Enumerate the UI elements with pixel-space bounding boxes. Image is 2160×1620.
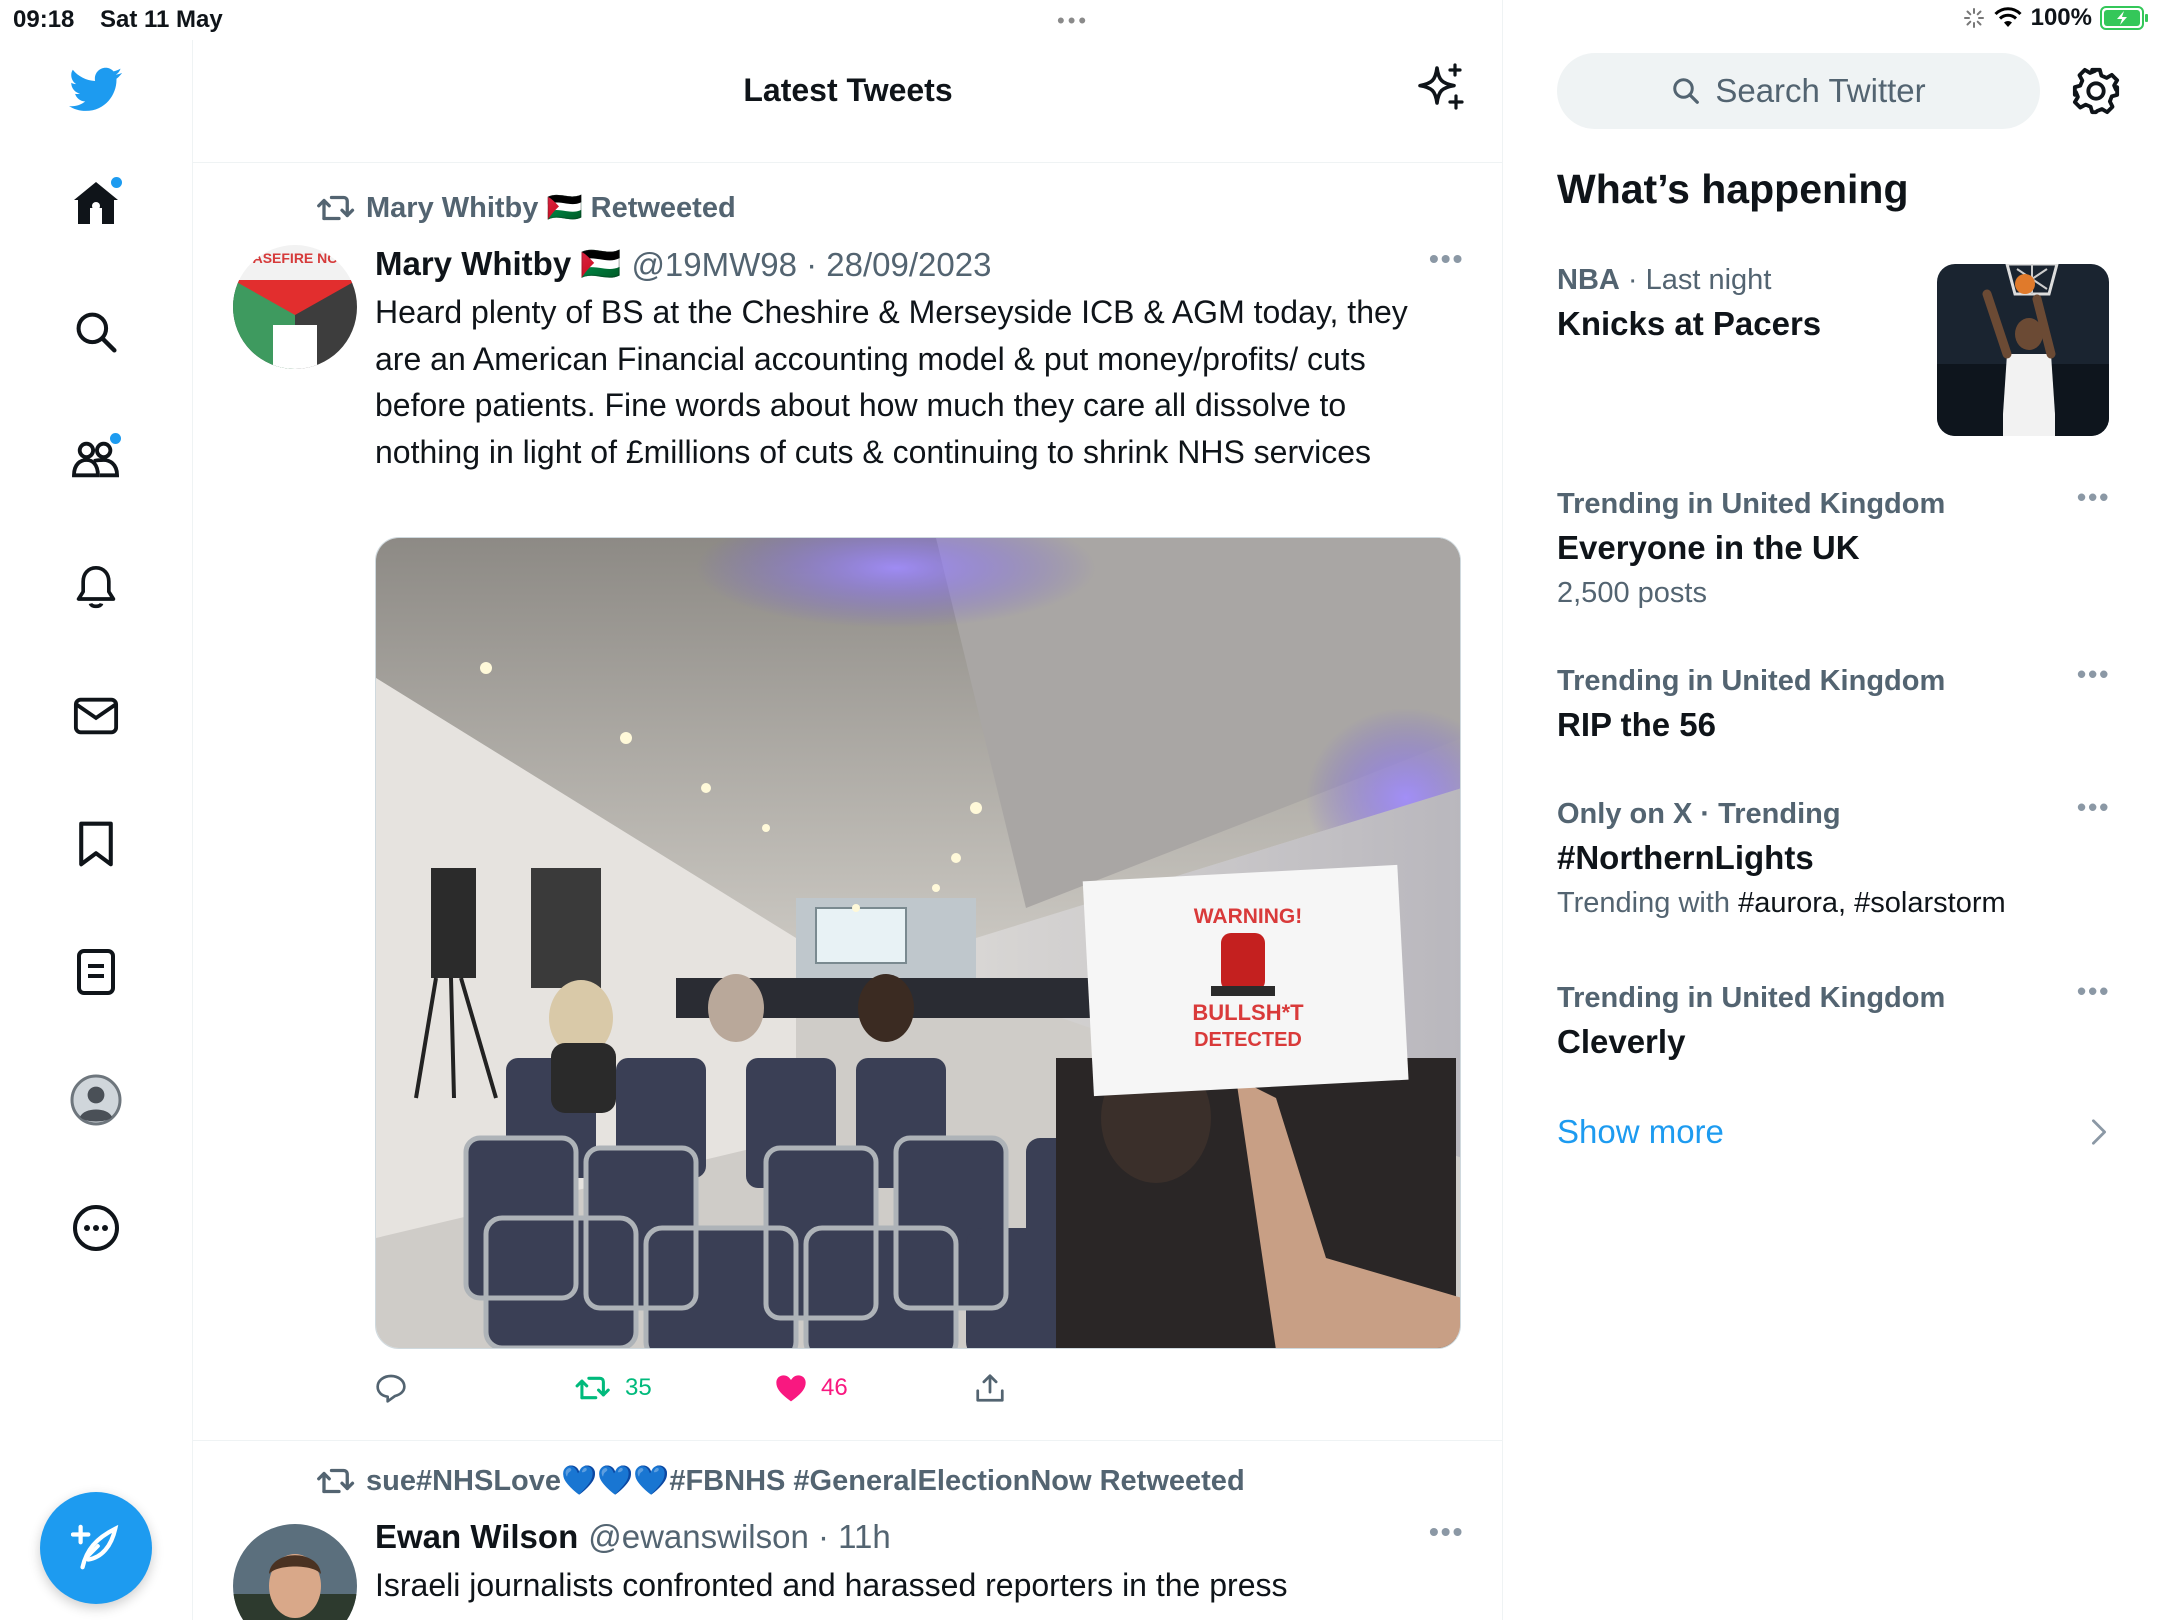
retweet-icon — [575, 1376, 610, 1400]
tweet[interactable]: sue#NHSLove💙💙💙#FBNHS #GeneralElectionNow… — [193, 1442, 1503, 1620]
feather-plus-icon — [71, 1524, 119, 1570]
sparkle-icon[interactable] — [1415, 62, 1467, 114]
avatar-lettering: ASEFIRE NC — [253, 250, 338, 266]
search-placeholder: Search Twitter — [1715, 72, 1926, 109]
trend-more-icon[interactable]: ••• — [2077, 482, 2110, 513]
timeline-header: Latest Tweets — [193, 40, 1503, 163]
communities-icon[interactable] — [66, 430, 126, 490]
compose-tweet-button[interactable] — [40, 1492, 152, 1604]
home-notification-dot — [111, 177, 122, 188]
retweet-context: Mary Whitby 🇵🇸 Retweeted — [316, 191, 736, 225]
trend-item[interactable]: Trending in United Kingdom Cleverly ••• — [1557, 976, 2117, 1061]
avatar[interactable] — [233, 1524, 357, 1620]
status-time: 09:18 — [13, 6, 75, 33]
reply-icon — [376, 1374, 406, 1403]
author-handle-time[interactable]: @19MW98 · 28/09/2023 — [631, 246, 991, 284]
timeline: Latest Tweets Mary Whitby 🇵🇸 Retweeted A… — [193, 0, 1503, 1620]
chevron-right-icon[interactable] — [2090, 1118, 2108, 1146]
trend-context: Only on X · Trending — [1557, 798, 1841, 830]
tweet-more-icon[interactable]: ••• — [1429, 1516, 1464, 1548]
share-icon — [976, 1374, 1004, 1402]
trend-item[interactable]: Trending in United Kingdom Everyone in t… — [1557, 482, 2117, 610]
settings-gear-icon[interactable] — [2071, 66, 2121, 116]
show-more-link[interactable]: Show more — [1557, 1113, 1724, 1151]
like-button[interactable]: 46 — [775, 1373, 848, 1403]
retweet-context: sue#NHSLove💙💙💙#FBNHS #GeneralElectionNow… — [316, 1464, 1245, 1498]
tweet-text: Israeli journalists confronted and haras… — [375, 1567, 1288, 1603]
profile-avatar-icon[interactable] — [66, 1070, 126, 1130]
author-name[interactable]: Mary Whitby 🇵🇸 — [375, 245, 621, 284]
trend-context: Trending in United Kingdom — [1557, 665, 1946, 697]
explore-search-icon[interactable] — [66, 302, 126, 362]
tweet-actions: 35 46 — [375, 1373, 1375, 1417]
lists-icon[interactable] — [66, 942, 126, 1002]
sign-bullsht-text: BULLSH*T — [1192, 1000, 1304, 1025]
search-input[interactable]: Search Twitter — [1557, 53, 2040, 129]
search-icon — [1673, 78, 1700, 104]
like-count: 46 — [821, 1374, 848, 1401]
reply-button[interactable] — [375, 1373, 407, 1403]
home-icon[interactable] — [66, 173, 126, 233]
retweet-small-icon — [317, 195, 355, 221]
tweet-more-icon[interactable]: ••• — [1429, 243, 1464, 275]
page-title: Latest Tweets — [743, 72, 953, 108]
tweet-text: Heard plenty of BS at the Cheshire & Mer… — [375, 294, 1408, 470]
trend-context: Trending in United Kingdom — [1557, 488, 1946, 520]
trend-more-icon[interactable]: ••• — [2077, 659, 2110, 690]
trend-item[interactable]: Only on X · Trending #NorthernLights Tre… — [1557, 792, 2117, 920]
author-handle-time[interactable]: @ewanswilson · 11h — [588, 1518, 891, 1556]
heart-filled-icon — [776, 1375, 806, 1402]
messages-envelope-icon[interactable] — [66, 686, 126, 746]
avatar[interactable]: ASEFIRE NC — [233, 245, 357, 369]
tweet[interactable]: Mary Whitby 🇵🇸 Retweeted ASEFIRE NC Mary… — [193, 163, 1503, 1441]
trend-item[interactable]: Trending in United Kingdom RIP the 56 ••… — [1557, 659, 2117, 744]
retweet-small-icon — [317, 1468, 355, 1494]
right-sidebar: Search Twitter What’s happening NBA · La… — [1503, 0, 2160, 1620]
sign-warning-text: WARNING! — [1194, 905, 1303, 928]
communities-notification-dot — [110, 433, 121, 444]
more-circle-icon[interactable] — [66, 1198, 126, 1258]
trend-context: Trending in United Kingdom — [1557, 982, 1946, 1014]
tweet-author-row: Mary Whitby 🇵🇸 @19MW98 · 28/09/2023 — [375, 245, 991, 284]
retweeted-by-label[interactable]: Mary Whitby 🇵🇸 Retweeted — [366, 191, 736, 225]
left-navigation — [0, 40, 193, 1620]
trend-more-icon[interactable]: ••• — [2077, 976, 2110, 1007]
tweet-media-image[interactable]: WARNING! BULLSH*T DETECTED — [375, 537, 1461, 1349]
twitter-logo-icon[interactable] — [66, 60, 126, 120]
trend-post-count: 2,500 posts — [1557, 577, 1707, 609]
trend-more-icon[interactable]: ••• — [2077, 792, 2110, 823]
author-name[interactable]: Ewan Wilson — [375, 1518, 578, 1556]
retweet-button[interactable]: 35 — [575, 1373, 652, 1403]
sign-detected-text: DETECTED — [1194, 1029, 1302, 1051]
trend-title: #NorthernLights — [1557, 839, 1814, 876]
trend-title: RIP the 56 — [1557, 706, 1716, 743]
whats-happening-title: What’s happening — [1557, 166, 1909, 212]
share-button[interactable] — [975, 1373, 1005, 1403]
trend-thumbnail-image[interactable] — [1937, 264, 2109, 436]
trend-related: Trending with #aurora, #solarstorm — [1557, 887, 2006, 919]
trend-title: Cleverly — [1557, 1023, 1686, 1060]
retweet-count: 35 — [625, 1374, 652, 1401]
notifications-bell-icon[interactable] — [66, 558, 126, 618]
tweet-author-row: Ewan Wilson @ewanswilson · 11h — [375, 1518, 891, 1556]
bookmarks-icon[interactable] — [66, 814, 126, 874]
retweeted-by-label[interactable]: sue#NHSLove💙💙💙#FBNHS #GeneralElectionNow… — [366, 1464, 1245, 1498]
trend-title: Everyone in the UK — [1557, 529, 1860, 566]
